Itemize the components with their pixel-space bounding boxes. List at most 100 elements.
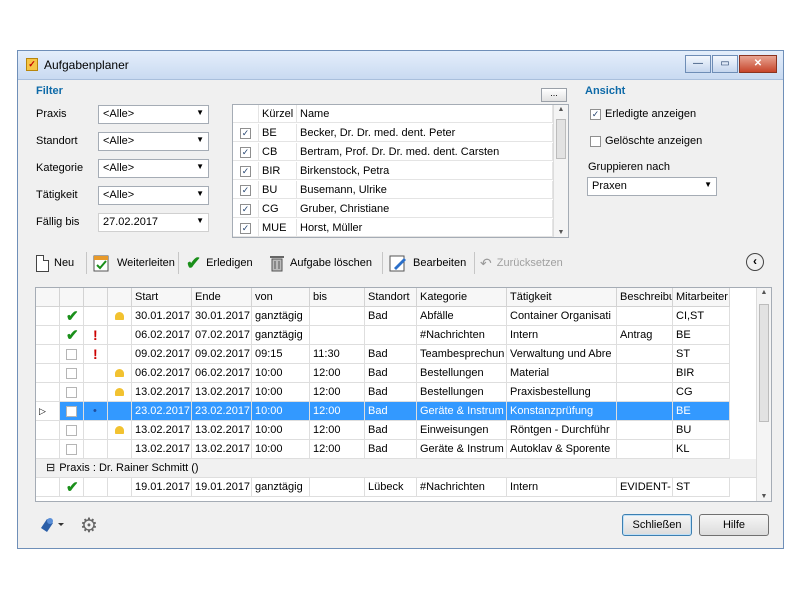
column-header[interactable]: Ende [192,288,252,307]
faellig-bis-datepicker[interactable]: 27.02.2017 ▼ [98,213,209,232]
praxis-select[interactable]: <Alle> ▼ [98,105,209,124]
table-row[interactable]: ▷ • 23.02.2017 23.02.2017 10:00 12:00 Bad Gerät… [36,402,756,421]
maximize-button[interactable]: ▭ [712,55,738,73]
window-title: Aufgabenplaner [44,58,129,72]
geloeschte-anzeigen-checkbox[interactable]: Gelöschte anzeigen [590,135,702,147]
cell-von: ganztägig [252,326,310,345]
grid-scrollbar[interactable]: ▲ ▼ [756,288,771,501]
column-header-icon[interactable] [84,288,108,307]
cell-start: 09.02.2017 [132,345,192,364]
aufgabe-loeschen-button[interactable]: Aufgabe löschen [269,248,372,278]
cell-mitarbeiter: BIR [673,364,730,383]
table-row[interactable]: 13.02.2017 13.02.2017 10:00 12:00 Bad Einweis… [36,421,756,440]
close-window-button[interactable]: ✕ [739,55,777,73]
column-header[interactable]: Beschreibu [617,288,673,307]
cell-standort: Bad [365,421,417,440]
column-header-icon[interactable] [108,288,132,307]
column-header[interactable]: von [252,288,310,307]
personnel-checkbox[interactable]: ✓ [233,143,259,161]
hilfe-button[interactable]: Hilfe [699,514,769,536]
status-checkbox[interactable] [66,424,77,436]
column-header[interactable]: Tätigkeit [507,288,617,307]
table-row[interactable]: ✔! 06.02.2017 07.02.2017 ganztägig #Nachrich… [36,326,756,345]
schliessen-button[interactable]: Schließen [622,514,692,536]
column-header[interactable]: Kategorie [417,288,507,307]
bell-icon [115,426,124,434]
erledigte-anzeigen-checkbox[interactable]: ✓ Erledigte anzeigen [590,108,696,120]
personnel-row[interactable]: ✓ BU Busemann, Ulrike [233,181,553,199]
neu-button[interactable]: Neu [36,248,74,278]
scroll-down-icon[interactable]: ▼ [757,493,771,500]
gear-icon[interactable]: ⚙ [80,513,98,538]
personnel-name: Birkenstock, Petra [297,162,553,180]
status-checkbox[interactable] [66,405,77,417]
status-checkbox[interactable] [66,386,77,398]
personnel-checkbox[interactable]: ✓ [233,200,259,218]
cell-taetigkeit: Röntgen - Durchführ [507,421,617,440]
bearbeiten-button[interactable]: Bearbeiten [388,248,466,278]
cell-taetigkeit: Intern [507,326,617,345]
erledigen-button[interactable]: ✔ Erledigen [186,248,253,278]
taetigkeit-select[interactable]: <Alle> ▼ [98,186,209,205]
cell-bis: 12:00 [310,402,365,421]
cell-kategorie: Teambesprechun [417,345,507,364]
status-checkbox[interactable] [66,367,77,379]
personnel-checkbox[interactable]: ✓ [233,181,259,199]
taetigkeit-label: Tätigkeit [36,189,78,201]
table-row[interactable]: ✔ 30.01.2017 30.01.2017 ganztägig Bad Abfälle… [36,307,756,326]
scroll-up-icon[interactable]: ▲ [757,289,771,296]
reminder-cell [108,402,132,421]
column-header-icon[interactable] [60,288,84,307]
column-header[interactable]: Mitarbeiter [673,288,730,307]
table-row[interactable]: 13.02.2017 13.02.2017 10:00 12:00 Bad Geräte … [36,440,756,459]
scroll-up-icon[interactable]: ▲ [554,106,568,113]
minimize-button[interactable]: — [685,55,711,73]
table-row[interactable]: 13.02.2017 13.02.2017 10:00 12:00 Bad Bestell… [36,383,756,402]
checkbox-checked-icon: ✓ [240,127,251,139]
more-options-button[interactable]: ... [541,88,567,102]
column-header[interactable]: bis [310,288,365,307]
row-indicator [36,326,60,345]
cell-von: 10:00 [252,383,310,402]
personnel-checkbox[interactable]: ✓ [233,162,259,180]
cell-mitarbeiter: ST [673,345,730,364]
personnel-kuerzel: BU [259,181,297,199]
personnel-row[interactable]: ✓ MUE Horst, Müller [233,219,553,237]
personnel-row[interactable]: ✓ CG Gruber, Christiane [233,200,553,218]
collapse-group-icon[interactable]: ⊟ [46,462,55,474]
kategorie-select[interactable]: <Alle> ▼ [98,159,209,178]
group-header-row[interactable]: ⊟ Praxis : Dr. Rainer Schmitt () [36,459,756,478]
column-header[interactable]: Standort [365,288,417,307]
status-cell [60,345,84,364]
personnel-checkbox[interactable]: ✓ [233,219,259,237]
table-row[interactable]: ! 09.02.2017 09.02.2017 09:15 11:30 Bad Teambe… [36,345,756,364]
column-header[interactable]: Start [132,288,192,307]
table-row[interactable]: ✔ 19.01.2017 19.01.2017 ganztägig Lübeck #Nac… [36,478,756,497]
toolbar-separator [382,252,383,274]
personnel-scrollbar[interactable]: ▲ ▼ [553,105,568,237]
weiterleiten-button[interactable]: Weiterleiten [92,248,175,278]
personnel-checkbox[interactable]: ✓ [233,124,259,142]
cell-mitarbeiter: CG [673,383,730,402]
aufgabenplaner-window: ✓ Aufgabenplaner — ▭ ✕ Filter Praxis <Al… [17,50,784,549]
table-row[interactable]: 06.02.2017 06.02.2017 10:00 12:00 Bad Bestell… [36,364,756,383]
row-indicator [36,345,60,364]
cell-kategorie: #Nachrichten [417,326,507,345]
personnel-row[interactable]: ✓ BE Becker, Dr. Dr. med. dent. Peter [233,124,553,142]
status-checkbox[interactable] [66,348,77,360]
personnel-name: Busemann, Ulrike [297,181,553,199]
cell-taetigkeit: Autoklav & Sporente [507,440,617,459]
personnel-row[interactable]: ✓ CB Bertram, Prof. Dr. Dr. med. dent. Car… [233,143,553,161]
header-kuerzel: Kürzel [259,105,297,123]
scroll-down-icon[interactable]: ▼ [554,229,568,236]
zuruecksetzen-button[interactable]: ↶ Zurücksetzen [480,248,563,278]
scroll-thumb[interactable] [759,304,769,422]
status-checkbox[interactable] [66,443,77,455]
collapse-panel-button[interactable]: ‹ [746,253,764,271]
standort-select[interactable]: <Alle> ▼ [98,132,209,151]
personnel-row[interactable]: ✓ BIR Birkenstock, Petra [233,162,553,180]
pin-dropdown-button[interactable] [38,514,68,537]
scroll-thumb[interactable] [556,119,566,159]
gruppieren-select[interactable]: Praxen ▼ [587,177,717,196]
column-header-icon[interactable] [36,288,60,307]
